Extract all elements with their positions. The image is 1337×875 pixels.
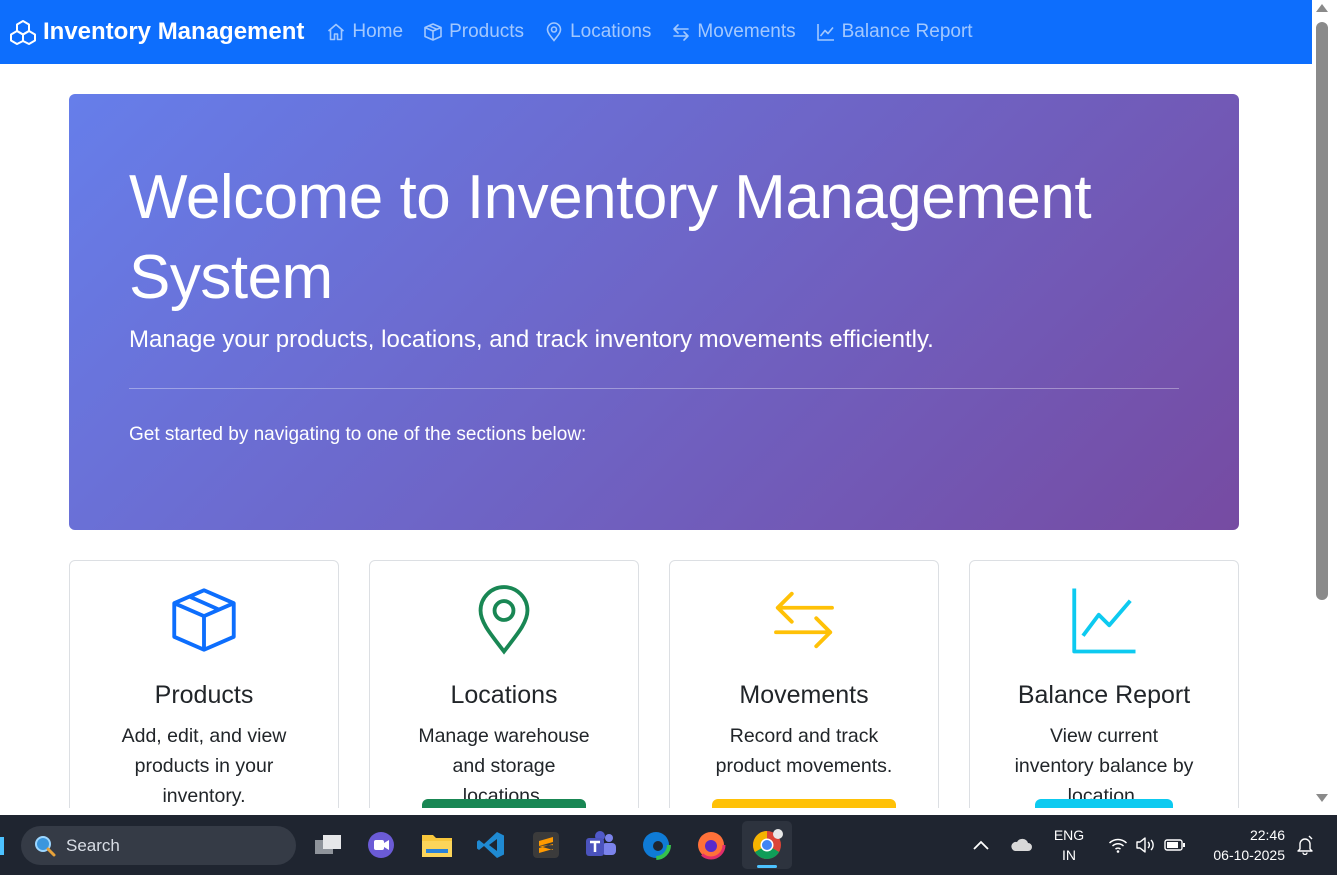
nav-balance-report[interactable]: Balance Report <box>816 21 973 43</box>
clock[interactable]: 22:46 06-10-2025 <box>1200 825 1290 865</box>
nav-balance-report-label: Balance Report <box>841 21 973 42</box>
meet-app-icon[interactable] <box>363 827 399 863</box>
file-explorer-icon[interactable] <box>419 827 455 863</box>
card-products-title: Products <box>154 681 254 709</box>
geo-pin-icon <box>546 22 562 42</box>
hero-lead: Manage your products, locations, and tra… <box>129 326 934 353</box>
locations-button[interactable] <box>422 799 586 808</box>
task-view-icon[interactable] <box>310 827 346 863</box>
nav-movements[interactable]: Movements <box>671 21 796 43</box>
browser-viewport: Inventory Management Home Products Locat… <box>0 0 1312 808</box>
card-movements-title: Movements <box>739 681 869 709</box>
search-placeholder: Search <box>66 835 120 855</box>
card-balance-report-title: Balance Report <box>1017 681 1191 709</box>
edge-browser-icon[interactable] <box>638 827 674 863</box>
region-label: IN <box>1062 847 1076 863</box>
arrow-left-right-icon <box>673 24 690 41</box>
scroll-thumb[interactable] <box>1316 22 1328 600</box>
card-products: Products Add, edit, and view products in… <box>69 560 339 808</box>
vscode-icon[interactable] <box>473 827 509 863</box>
windows-taskbar: Search ENG IN 22:46 06-10-2025 <box>0 815 1337 875</box>
boxes-icon <box>10 20 36 45</box>
nav-products[interactable]: Products <box>423 21 524 43</box>
nav-products-label: Products <box>449 21 525 42</box>
card-balance-report-text: View current inventory balance by locati… <box>1014 725 1194 807</box>
nav-locations-label: Locations <box>570 21 652 42</box>
search-icon <box>35 835 56 856</box>
scroll-up-arrow-icon[interactable] <box>1316 4 1328 12</box>
card-locations-text: Manage warehouse and storage locations. <box>418 725 590 807</box>
brand-label: Inventory Management <box>43 18 305 45</box>
chrome-running-indicator <box>757 865 777 868</box>
clock-time: 22:46 <box>1249 827 1285 843</box>
teams-icon[interactable] <box>583 827 619 863</box>
arrow-left-right-icon <box>774 591 834 649</box>
balance-report-button[interactable] <box>1035 799 1173 808</box>
chrome-icon[interactable] <box>749 827 785 863</box>
sublime-text-icon[interactable] <box>528 827 564 863</box>
tray-overflow-chevron-icon[interactable] <box>963 827 999 863</box>
hero-banner: Welcome to Inventory Management System M… <box>69 94 1239 530</box>
firefox-icon[interactable] <box>693 827 729 863</box>
nav-movements-label: Movements <box>697 21 796 42</box>
card-products-text: Add, edit, and view products in your inv… <box>121 725 287 807</box>
hero-subtext: Get started by navigating to one of the … <box>129 424 587 445</box>
battery-icon[interactable] <box>1157 827 1193 863</box>
scroll-down-arrow-icon[interactable] <box>1316 794 1328 802</box>
house-icon <box>328 23 345 41</box>
hero-divider <box>129 388 1179 389</box>
graph-up-icon <box>816 24 834 41</box>
nav-locations[interactable]: Locations <box>544 21 651 43</box>
nav-home[interactable]: Home <box>326 21 403 43</box>
language-label: ENG <box>1053 827 1085 843</box>
page-scrollbar[interactable] <box>1312 0 1337 808</box>
language-indicator[interactable]: ENG IN <box>1049 825 1089 865</box>
nav-links: Home Products Locations Movements Balanc… <box>326 21 992 43</box>
card-locations-title: Locations <box>450 681 558 709</box>
onedrive-cloud-icon[interactable] <box>1003 827 1039 863</box>
movements-button[interactable] <box>712 799 896 808</box>
card-movements-text: Record and track product movements. <box>715 725 893 777</box>
hero-title: Welcome to Inventory Management System <box>129 163 1092 312</box>
card-balance-report: Balance Report View current inventory ba… <box>969 560 1239 808</box>
box-icon <box>424 23 442 41</box>
card-locations: Locations Manage warehouse and storage l… <box>369 560 639 808</box>
clock-date: 06-10-2025 <box>1213 847 1285 863</box>
nav-home-label: Home <box>352 21 404 42</box>
card-movements: Movements Record and track product movem… <box>669 560 939 808</box>
notifications-bell-icon[interactable] <box>1287 827 1323 863</box>
start-button-icon[interactable] <box>0 837 4 855</box>
taskbar-search[interactable]: Search <box>21 826 296 865</box>
navbar-brand[interactable]: Inventory Management <box>10 18 304 46</box>
navbar: Inventory Management Home Products Locat… <box>0 0 1312 64</box>
geo-pin-icon <box>478 585 530 655</box>
box-icon <box>172 588 236 652</box>
graph-up-icon <box>1072 588 1136 654</box>
